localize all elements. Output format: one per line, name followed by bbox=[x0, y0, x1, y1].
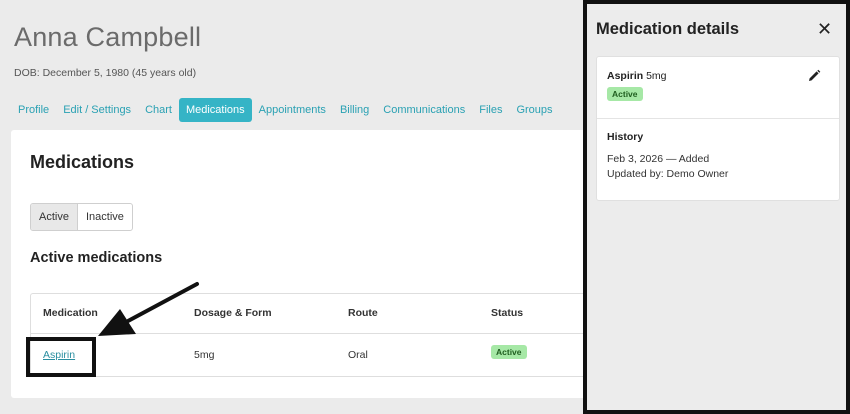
pencil-icon[interactable] bbox=[807, 69, 821, 83]
history-label: History bbox=[607, 131, 644, 143]
close-icon[interactable]: ✕ bbox=[817, 19, 832, 39]
medication-title: Aspirin 5mg bbox=[607, 70, 667, 82]
annotation-highlight-box bbox=[26, 337, 96, 377]
divider bbox=[597, 118, 839, 119]
medication-dose: 5mg bbox=[646, 70, 667, 82]
medication-details-panel: Medication details ✕ Aspirin 5mg Active … bbox=[583, 0, 850, 414]
status-badge: Active bbox=[607, 87, 643, 101]
panel-title: Medication details bbox=[596, 20, 740, 38]
medication-detail-card: Aspirin 5mg Active History Feb 3, 2026 —… bbox=[596, 56, 840, 201]
history-entry: Feb 3, 2026 — Added bbox=[607, 153, 710, 165]
medication-name: Aspirin bbox=[607, 70, 644, 82]
updated-by: Updated by: Demo Owner bbox=[607, 168, 729, 180]
